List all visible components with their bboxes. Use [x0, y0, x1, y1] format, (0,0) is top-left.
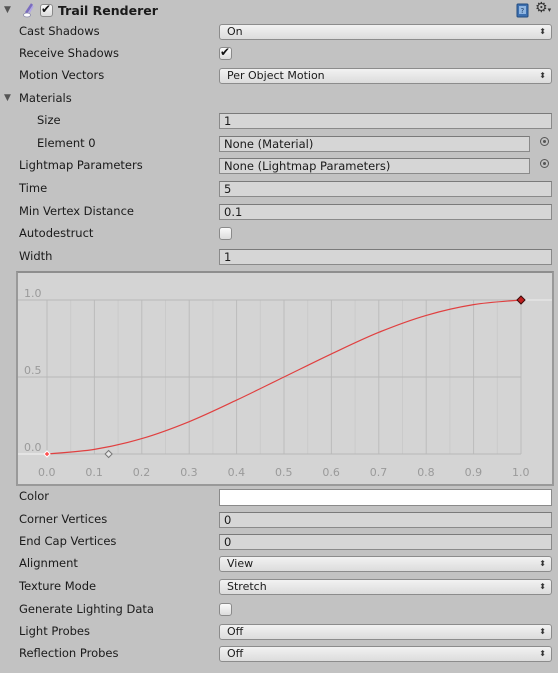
element0-object-field[interactable]: None (Material): [219, 136, 530, 152]
texture-mode-dropdown[interactable]: Stretch ⬍: [219, 579, 552, 595]
materials-foldout-arrow-icon[interactable]: ▼: [4, 93, 11, 103]
x-tick-label: 0.3: [180, 466, 198, 479]
row-width: Width 1: [0, 246, 558, 268]
row-alignment: Alignment View ⬍: [0, 553, 558, 575]
alignment-dropdown[interactable]: View ⬍: [219, 556, 552, 572]
receive-shadows-label: Receive Shadows: [19, 46, 120, 60]
row-generate-lighting-data: Generate Lighting Data: [0, 599, 558, 621]
row-end-cap-vertices: End Cap Vertices 0: [0, 531, 558, 553]
row-materials[interactable]: ▼ Materials: [0, 88, 558, 110]
materials-label: Materials: [19, 91, 72, 105]
reflection-probes-dropdown[interactable]: Off ⬍: [219, 646, 552, 662]
dropdown-arrows-icon: ⬍: [539, 71, 546, 80]
x-tick-label: 0.7: [370, 466, 388, 479]
texture-mode-label: Texture Mode: [19, 579, 97, 593]
end-cap-vertices-label: End Cap Vertices: [19, 534, 117, 548]
svg-text:?: ?: [521, 7, 525, 15]
lightmap-parameters-object-field[interactable]: None (Lightmap Parameters): [219, 158, 530, 174]
x-tick-label: 0.0: [38, 466, 56, 479]
row-reflection-probes: Reflection Probes Off ⬍: [0, 643, 558, 665]
x-tick-label: 0.8: [417, 466, 435, 479]
row-receive-shadows: Receive Shadows: [0, 43, 558, 65]
x-tick-label: 0.6: [322, 466, 340, 479]
texture-mode-value: Stretch: [227, 580, 267, 593]
x-tick-label: 0.2: [133, 466, 151, 479]
dropdown-arrows-icon: ⬍: [539, 582, 546, 591]
row-corner-vertices: Corner Vertices 0: [0, 509, 558, 531]
motion-vectors-dropdown[interactable]: Per Object Motion ⬍: [219, 68, 552, 84]
x-tick-label: 0.1: [85, 466, 103, 479]
component-title: Trail Renderer: [58, 3, 158, 18]
color-swatch[interactable]: [219, 489, 552, 506]
y-tick-label: 1.0: [24, 287, 42, 300]
end-cap-vertices-input[interactable]: 0: [219, 534, 552, 550]
row-materials-size: Size 1: [0, 110, 558, 132]
row-autodestruct: Autodestruct: [0, 223, 558, 245]
dropdown-arrows-icon: ⬍: [539, 627, 546, 636]
gear-menu-icon[interactable]: ⚙▾: [535, 0, 551, 16]
x-tick-label: 1.0: [512, 466, 530, 479]
reflection-probes-value: Off: [227, 647, 244, 660]
time-label: Time: [19, 181, 48, 195]
corner-vertices-input[interactable]: 0: [219, 512, 552, 528]
min-vertex-distance-input[interactable]: 0.1: [219, 204, 552, 220]
row-time: Time 5: [0, 178, 558, 200]
component-enabled-checkbox[interactable]: [40, 2, 53, 17]
reflection-probes-label: Reflection Probes: [19, 646, 119, 660]
light-probes-dropdown[interactable]: Off ⬍: [219, 624, 552, 640]
dropdown-arrows-icon: ⬍: [539, 649, 546, 658]
object-picker-icon[interactable]: [540, 137, 549, 146]
x-tick-label: 0.4: [228, 466, 246, 479]
corner-vertices-label: Corner Vertices: [19, 512, 108, 526]
row-materials-element0: Element 0 None (Material): [0, 133, 558, 155]
x-tick-label: 0.5: [275, 466, 293, 479]
collapse-arrow-icon[interactable]: ▼: [4, 5, 11, 15]
row-lightmap-parameters: Lightmap Parameters None (Lightmap Param…: [0, 155, 558, 177]
object-picker-icon[interactable]: [540, 159, 549, 168]
element0-label: Element 0: [37, 136, 96, 150]
row-color: Color: [0, 486, 558, 508]
cast-shadows-dropdown[interactable]: On ⬍: [219, 24, 552, 40]
motion-vectors-value: Per Object Motion: [227, 69, 325, 82]
autodestruct-label: Autodestruct: [19, 226, 94, 240]
curve-key-point[interactable]: [43, 450, 51, 458]
curve-key-point[interactable]: [516, 295, 526, 305]
width-input[interactable]: 1: [219, 249, 552, 265]
tangent-handle[interactable]: [104, 449, 113, 459]
row-texture-mode: Texture Mode Stretch ⬍: [0, 576, 558, 598]
materials-size-input[interactable]: 1: [219, 113, 552, 129]
time-input[interactable]: 5: [219, 181, 552, 197]
help-book-icon[interactable]: ?: [516, 3, 530, 18]
trail-renderer-icon: [23, 3, 34, 18]
row-cast-shadows: Cast Shadows On ⬍: [0, 21, 558, 43]
width-curve-editor[interactable]: 0.0 0.1 0.2 0.3 0.4 0.5 0.6 0.7 0.8 0.9 1.0 0.0 0.5 1…: [16, 271, 554, 486]
x-tick-label: 0.9: [465, 466, 483, 479]
width-curve-chart[interactable]: 0.0 0.1 0.2 0.3 0.4 0.5 0.6 0.7 0.8 0.9 1.0 0.0 0.5 1…: [18, 273, 552, 484]
y-tick-label: 0.0: [24, 441, 42, 454]
dropdown-arrows-icon: ⬍: [539, 27, 546, 36]
alignment-label: Alignment: [19, 556, 78, 570]
light-probes-value: Off: [227, 625, 244, 638]
generate-lighting-data-label: Generate Lighting Data: [19, 602, 154, 616]
autodestruct-checkbox[interactable]: [219, 227, 232, 240]
dropdown-arrows-icon: ⬍: [539, 559, 546, 568]
row-min-vertex-distance: Min Vertex Distance 0.1: [0, 201, 558, 223]
row-motion-vectors: Motion Vectors Per Object Motion ⬍: [0, 65, 558, 87]
cast-shadows-value: On: [227, 25, 243, 38]
width-label: Width: [19, 249, 53, 263]
min-vertex-distance-label: Min Vertex Distance: [19, 204, 134, 218]
color-label: Color: [19, 489, 50, 503]
materials-size-label: Size: [37, 113, 61, 127]
receive-shadows-checkbox[interactable]: [219, 45, 232, 60]
row-light-probes: Light Probes Off ⬍: [0, 621, 558, 643]
light-probes-label: Light Probes: [19, 624, 90, 638]
generate-lighting-data-checkbox[interactable]: [219, 603, 232, 616]
alignment-value: View: [227, 557, 254, 570]
motion-vectors-label: Motion Vectors: [19, 68, 105, 82]
component-header: ▼ Trail Renderer ? ⚙▾: [0, 0, 558, 22]
cast-shadows-label: Cast Shadows: [19, 24, 100, 38]
y-tick-label: 0.5: [24, 364, 42, 377]
lightmap-parameters-label: Lightmap Parameters: [19, 158, 143, 172]
